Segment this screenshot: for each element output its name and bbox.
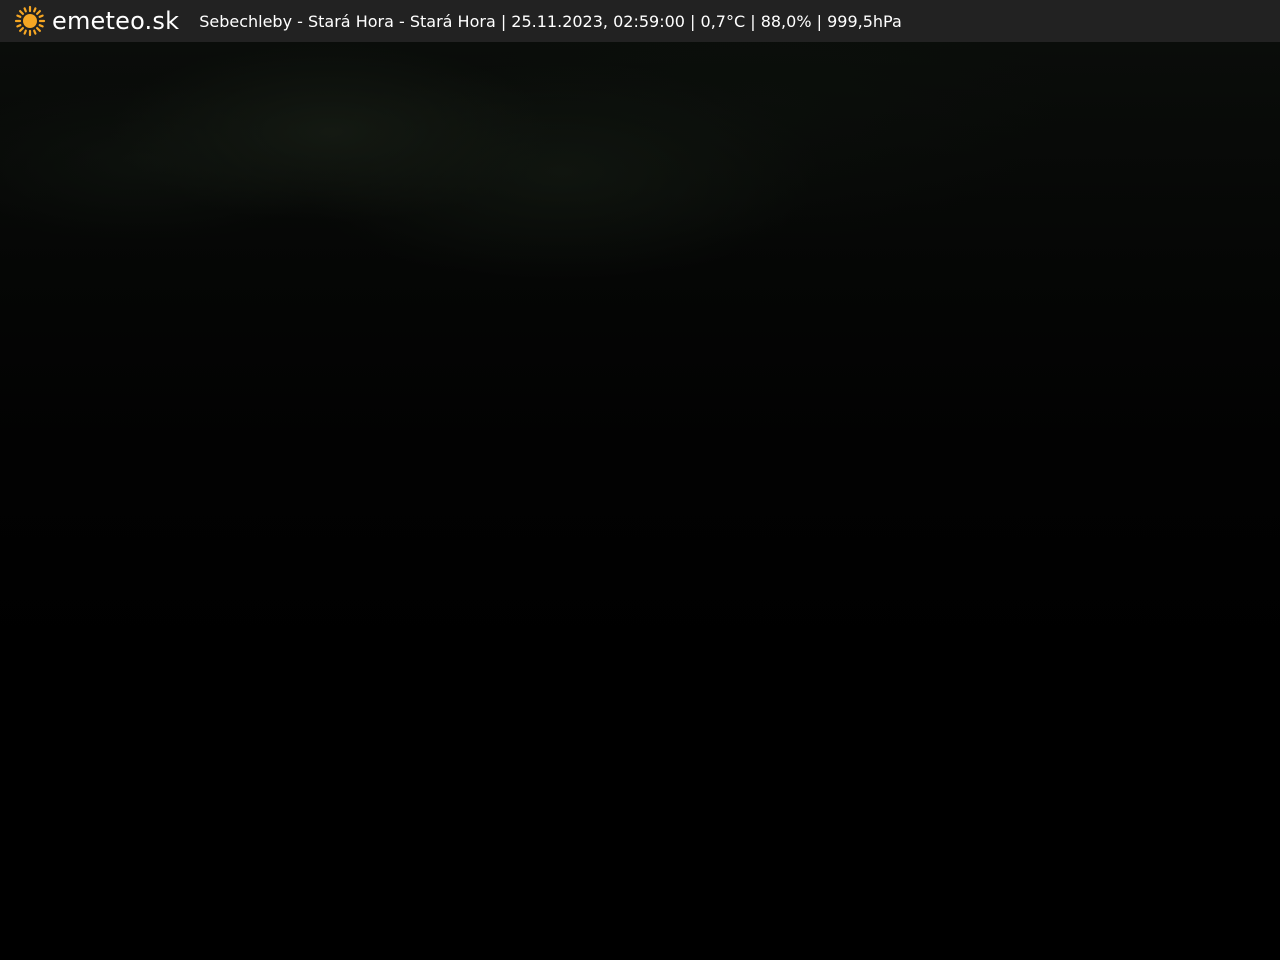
sun-icon: [14, 5, 46, 37]
station-caption: Sebechleby - Stará Hora - Stará Hora | 2…: [199, 11, 902, 31]
night-webcam-image: [0, 42, 1280, 960]
logo-text[interactable]: emeteo.sk: [52, 7, 179, 35]
webcam-frame: emeteo.sk Sebechleby - Stará Hora - Star…: [0, 0, 1280, 960]
info-bar: emeteo.sk Sebechleby - Stará Hora - Star…: [0, 0, 1280, 42]
